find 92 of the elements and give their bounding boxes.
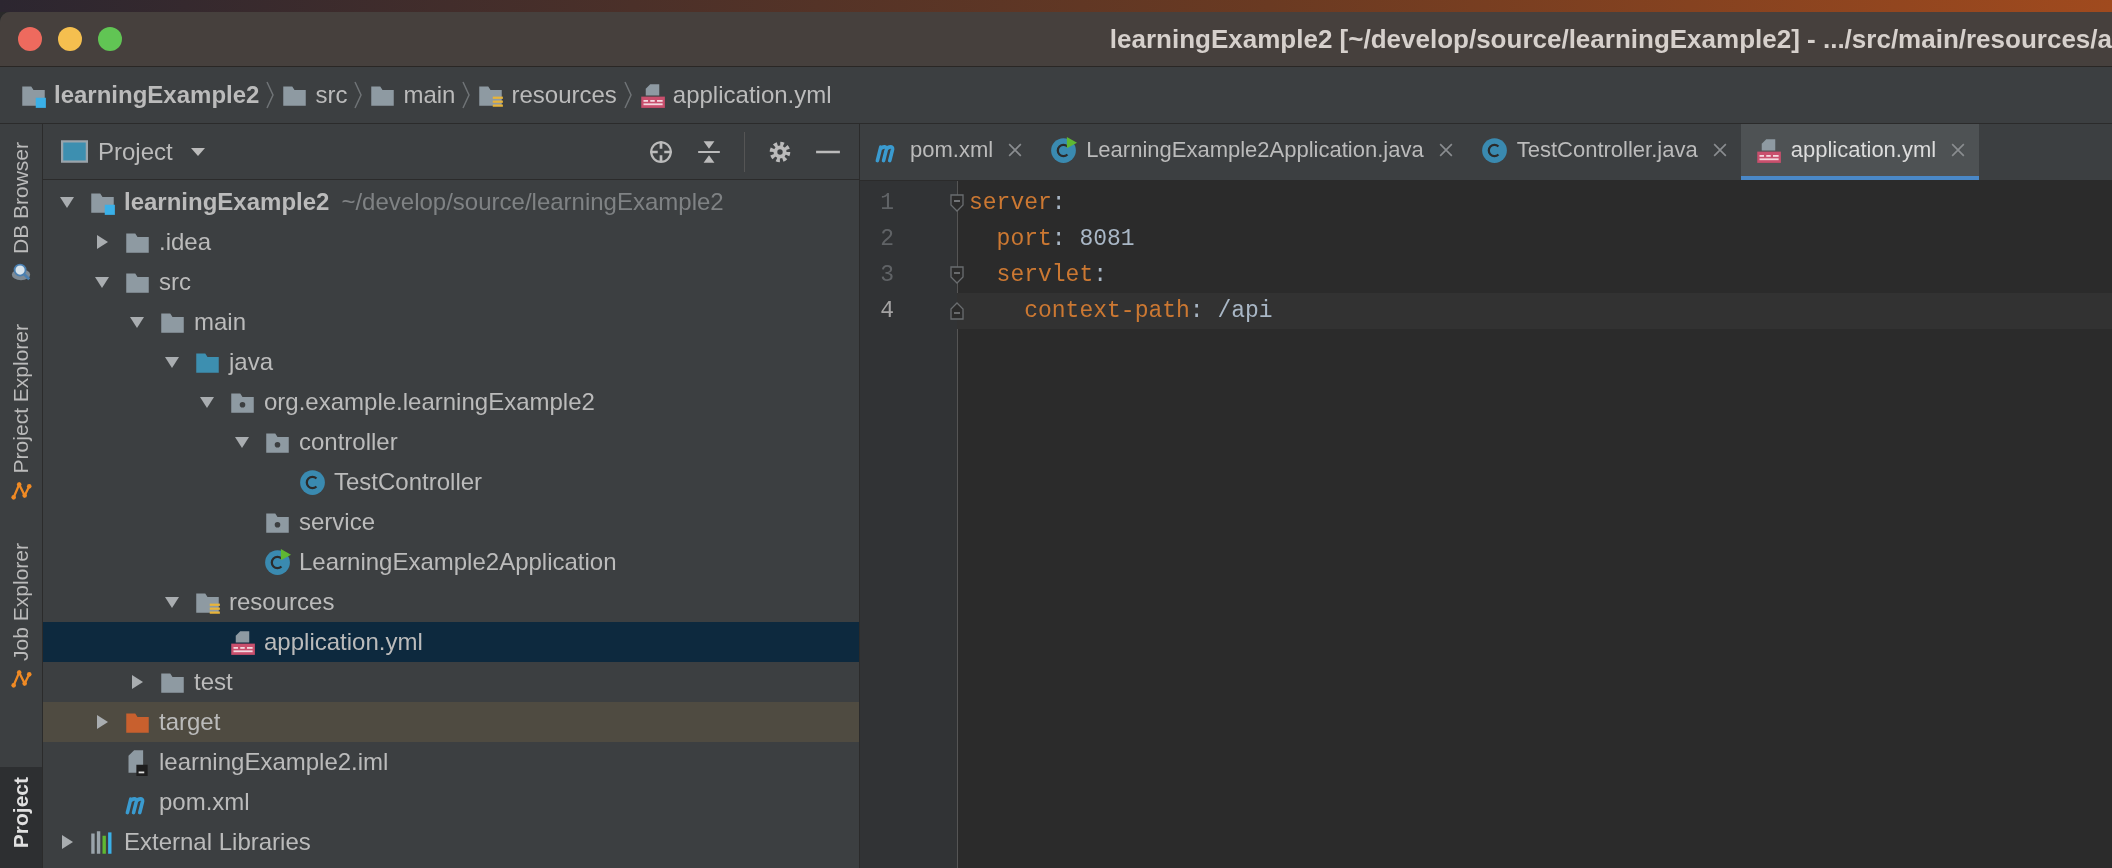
locate-icon[interactable] — [648, 138, 674, 165]
code-line: context-path: /api — [1023, 298, 1273, 324]
close-icon[interactable] — [1008, 143, 1023, 157]
tree-item-label: service — [299, 508, 376, 536]
tool-window-tab[interactable]: Project — [0, 766, 42, 868]
project-view-selector[interactable]: Project — [61, 137, 205, 166]
yml-file-icon — [638, 81, 666, 109]
tree-item-label: pom.xml — [159, 788, 250, 816]
spring-class-icon — [264, 548, 291, 576]
tool-window-tab[interactable]: Job Explorer — [0, 537, 42, 696]
code-line: servlet: — [995, 262, 1108, 288]
breadcrumb-item[interactable]: src — [281, 81, 348, 109]
editor-tab[interactable]: application.yml — [1740, 124, 1980, 180]
tree-item-label: java — [229, 348, 274, 376]
chevron-icon — [353, 80, 364, 110]
tree-item[interactable]: controller — [43, 422, 859, 462]
tree-item-label: application.yml — [264, 628, 423, 656]
tree-item-label: resources — [229, 588, 335, 616]
close-window-button[interactable] — [18, 27, 42, 51]
tree-item[interactable]: service — [43, 502, 859, 542]
fold-marker-icon[interactable] — [950, 193, 964, 213]
tree-item[interactable]: application.yml — [43, 622, 859, 662]
branch-icon — [10, 479, 32, 502]
tree-item-label: target — [159, 708, 221, 736]
tree-item[interactable]: target — [43, 702, 859, 742]
tree-item[interactable]: learningExample2 ~/develop/source/learningExample2 — [43, 182, 859, 222]
editor-tab[interactable]: pom.xml — [860, 124, 1037, 180]
project-path: ~/develop/source/learningExample2 — [341, 188, 724, 216]
tree-item-label: controller — [299, 428, 398, 456]
tree-item[interactable]: External Libraries — [43, 822, 859, 862]
breadcrumb-item[interactable]: learningExample2 — [20, 81, 260, 109]
tree-item[interactable]: src — [43, 262, 859, 302]
class-icon — [1480, 136, 1508, 164]
tree-item[interactable]: TestController — [43, 462, 859, 502]
expanded-arrow-icon[interactable] — [59, 194, 75, 210]
zoom-window-button[interactable] — [98, 27, 122, 51]
yml-file-icon — [1754, 136, 1782, 164]
expanded-arrow-icon[interactable] — [234, 434, 250, 450]
tree-item-label: LearningExample2Application — [299, 548, 617, 576]
tree-item[interactable]: LearningExample2Application — [43, 542, 859, 582]
tree-item[interactable]: pom.xml — [43, 782, 859, 822]
breadcrumb-item[interactable]: application.yml — [638, 81, 832, 109]
collapse-all-icon[interactable] — [696, 138, 722, 165]
breadcrumb-item[interactable]: main — [369, 81, 456, 109]
class-icon — [299, 468, 326, 496]
tree-item-label: learningExample2.iml — [159, 748, 389, 776]
tree-item-label: test — [194, 668, 233, 696]
collapsed-arrow-icon[interactable] — [129, 674, 145, 690]
tree-item-label: External Libraries — [124, 828, 311, 856]
code-line: port: 8081 — [995, 226, 1135, 252]
line-number: 4 — [879, 298, 894, 324]
collapsed-arrow-icon[interactable] — [59, 834, 75, 850]
tree-item[interactable]: learningExample2.iml — [43, 742, 859, 782]
tree-item-label: learningExample2 — [124, 188, 330, 216]
fold-marker-icon[interactable] — [950, 301, 964, 321]
expanded-arrow-icon[interactable] — [164, 354, 180, 370]
editor-tab[interactable]: LearningExample2Application.java — [1036, 124, 1467, 180]
tree-item-label: src — [159, 268, 191, 296]
tree-item[interactable]: test — [43, 662, 859, 702]
tree-item-label: .idea — [159, 228, 212, 256]
code-line: server: — [969, 190, 1066, 216]
branch-icon — [10, 667, 32, 690]
tree-item[interactable]: main — [43, 302, 859, 342]
spring-class-icon — [1050, 136, 1078, 164]
tree-item[interactable]: .idea — [43, 222, 859, 262]
breadcrumb-item[interactable]: resources — [477, 81, 617, 109]
tool-window-tab[interactable]: Project Explorer — [0, 318, 42, 508]
tree-item[interactable]: org.example.learningExample2 — [43, 382, 859, 422]
chevron-icon — [622, 80, 633, 110]
tree-item[interactable]: resources — [43, 582, 859, 622]
tree-item[interactable]: java — [43, 342, 859, 382]
chevron-icon — [265, 80, 276, 110]
minimize-window-button[interactable] — [58, 27, 82, 51]
editor-tab[interactable]: TestController.java — [1466, 124, 1741, 180]
close-icon[interactable] — [1438, 143, 1453, 157]
window-title: learningExample2 [~/develop/source/learningExample2] - .../src/main/resources/a — [1109, 23, 2112, 55]
expanded-arrow-icon[interactable] — [199, 394, 215, 410]
tree-item-label: main — [194, 308, 247, 336]
tree-item-label: org.example.learningExample2 — [264, 388, 595, 416]
fold-marker-icon[interactable] — [950, 265, 964, 285]
window-icon — [61, 138, 88, 165]
tool-window-tab[interactable]: DB Browser — [0, 136, 42, 289]
close-icon[interactable] — [1712, 143, 1727, 157]
tree-item-label: TestController — [334, 468, 483, 496]
chevron-icon — [461, 80, 472, 110]
expanded-arrow-icon[interactable] — [164, 594, 180, 610]
yml-file-icon — [229, 628, 256, 656]
expanded-arrow-icon[interactable] — [94, 274, 110, 290]
expanded-arrow-icon[interactable] — [129, 314, 145, 330]
collapsed-arrow-icon[interactable] — [94, 714, 110, 730]
collapsed-arrow-icon[interactable] — [94, 234, 110, 250]
caret-icon — [190, 147, 205, 156]
